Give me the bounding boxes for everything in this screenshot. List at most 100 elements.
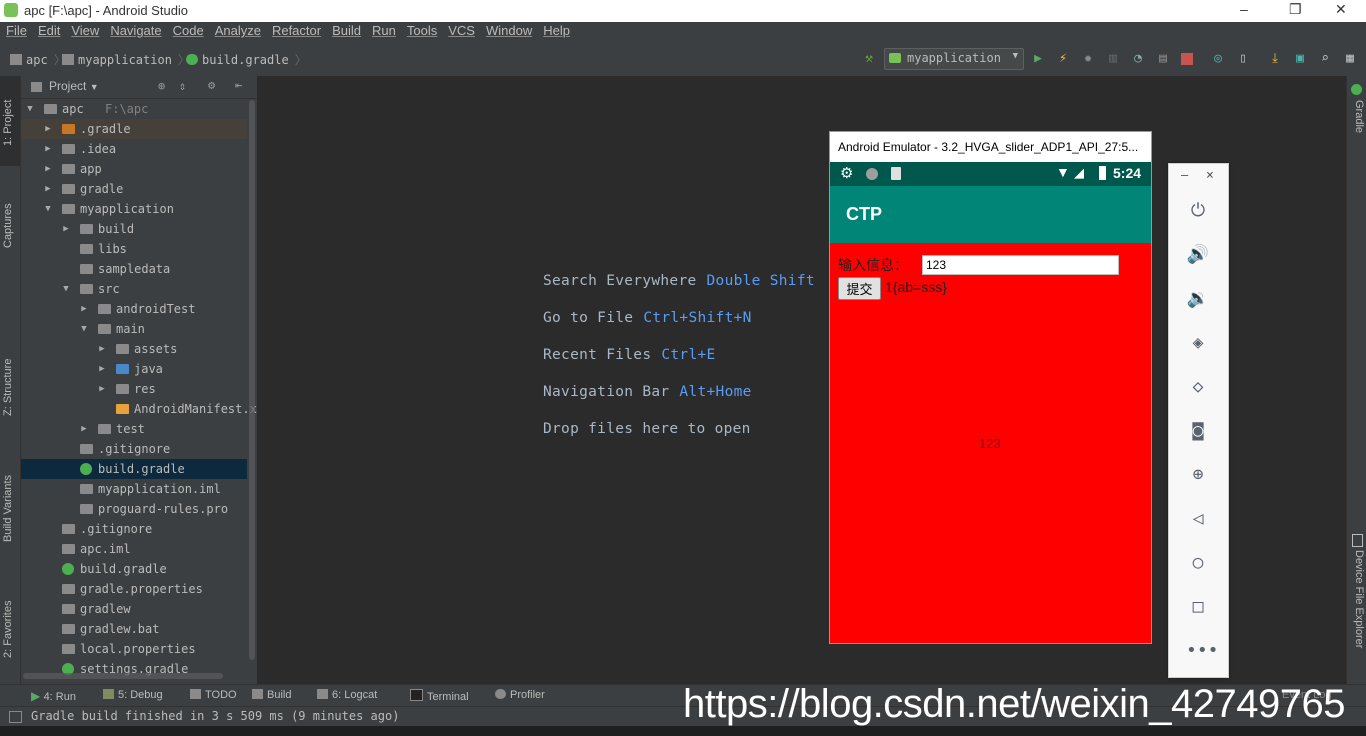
tree-item[interactable]: ▶ assets	[21, 339, 247, 359]
debug-icon[interactable]: ✹	[1081, 52, 1095, 66]
tree-item[interactable]: ▶ res	[21, 379, 247, 399]
run-icon[interactable]: ▶	[1031, 52, 1045, 66]
close-button[interactable]: ✕	[1335, 1, 1347, 18]
chevron-right-icon[interactable]: ▶	[97, 339, 107, 359]
sync-gradle-icon[interactable]: ◎	[1211, 52, 1225, 66]
volume-down-icon[interactable]: 🔉	[1186, 287, 1210, 311]
chevron-right-icon[interactable]: ▶	[43, 159, 53, 179]
tree-item[interactable]: .gitignore	[21, 439, 247, 459]
profile-icon[interactable]: ◔	[1131, 52, 1145, 66]
tree-item[interactable]: ▼ main	[21, 319, 247, 339]
menu-refactor[interactable]: Refactor	[266, 22, 326, 38]
project-horizontal-scrollbar[interactable]	[23, 673, 223, 679]
tree-item[interactable]: AndroidManifest.xml	[21, 399, 257, 419]
chevron-right-icon[interactable]: ▶	[43, 139, 53, 159]
tree-item[interactable]: ▶ .gradle	[21, 119, 247, 139]
tree-item[interactable]: ▶ build	[21, 219, 247, 239]
tab-gradle[interactable]: Gradle	[1353, 100, 1365, 133]
rotate-left-icon[interactable]: ◈	[1186, 331, 1210, 355]
power-icon[interactable]: ⏻	[1186, 199, 1210, 223]
menu-edit[interactable]: Edit	[32, 22, 65, 38]
coverage-icon[interactable]: ▤	[1156, 52, 1170, 66]
tree-item[interactable]: ▼ src	[21, 279, 247, 299]
project-vertical-scrollbar[interactable]	[249, 100, 255, 660]
tree-item[interactable]: gradlew.bat	[21, 619, 247, 639]
menu-tools[interactable]: Tools	[401, 22, 442, 38]
submit-button[interactable]: 提交	[838, 277, 881, 300]
tree-item[interactable]: ▶ test	[21, 419, 247, 439]
tab-todo[interactable]: TODO	[190, 689, 237, 701]
chevron-right-icon[interactable]: ▶	[79, 299, 89, 319]
tree-item[interactable]: myapplication.iml	[21, 479, 247, 499]
tab-build-variants[interactable]: Build Variants	[2, 475, 14, 542]
chevron-down-icon[interactable]: ▼	[25, 99, 35, 119]
tree-item[interactable]: proguard-rules.pro	[21, 499, 247, 519]
tree-item[interactable]: apc.iml	[21, 539, 247, 559]
overview-icon[interactable]: □	[1186, 595, 1210, 619]
chevron-right-icon[interactable]: ▶	[43, 119, 53, 139]
emulator-minimize-button[interactable]: –	[1181, 168, 1188, 182]
layout-inspector-icon[interactable]: ▦	[1343, 52, 1357, 66]
breadcrumb-apc[interactable]: apc 〉	[10, 51, 66, 68]
tab-device-file-explorer[interactable]: Device File Explorer	[1353, 550, 1365, 648]
hide-panel-icon[interactable]: ⇤	[235, 78, 242, 92]
home-icon[interactable]: ○	[1186, 551, 1210, 575]
tree-item[interactable]: .gitignore	[21, 519, 247, 539]
breadcrumb-myapplication[interactable]: myapplication 〉	[62, 51, 190, 68]
breadcrumb-build-gradle[interactable]: build.gradle 〉	[186, 51, 307, 68]
info-input[interactable]	[922, 255, 1119, 275]
tree-item[interactable]: build.gradle	[21, 459, 247, 479]
tab-profiler[interactable]: Profiler	[495, 689, 545, 701]
chevron-right-icon[interactable]: ▶	[43, 179, 53, 199]
locate-icon[interactable]: ⊕	[158, 79, 165, 93]
tab-debug[interactable]: 5: Debug	[103, 689, 163, 701]
tree-item[interactable]: libs	[21, 239, 247, 259]
more-icon[interactable]: •••	[1186, 639, 1219, 663]
tree-item[interactable]: sampledata	[21, 259, 247, 279]
menu-help[interactable]: Help	[537, 22, 575, 38]
tab-logcat[interactable]: 6: Logcat	[317, 689, 377, 701]
chevron-down-icon[interactable]: ▼	[43, 199, 53, 219]
chevron-right-icon[interactable]: ▶	[79, 419, 89, 439]
zoom-icon[interactable]: ⊕	[1186, 463, 1210, 487]
apply-changes-icon[interactable]: ⚡	[1056, 52, 1070, 66]
tab-terminal[interactable]: Terminal	[410, 689, 469, 703]
tree-item[interactable]: build.gradle	[21, 559, 247, 579]
tab-structure[interactable]: Z: Structure	[2, 359, 14, 416]
panel-toggle-icon[interactable]	[9, 711, 22, 723]
attach-debugger-icon[interactable]: ▥	[1106, 52, 1120, 66]
tab-favorites[interactable]: 2: Favorites	[2, 601, 14, 658]
tree-item[interactable]: ▶ androidTest	[21, 299, 247, 319]
gear-icon[interactable]: ⚙	[208, 78, 215, 92]
tab-run[interactable]: ▶ 4: Run	[31, 689, 76, 703]
tree-item[interactable]: ▶ gradle	[21, 179, 247, 199]
project-view-select[interactable]: Project ▼	[49, 79, 99, 93]
tab-captures[interactable]: Captures	[2, 203, 14, 248]
search-icon[interactable]: ⌕	[1318, 52, 1332, 66]
menu-code[interactable]: Code	[167, 22, 209, 38]
tree-item[interactable]: ▶ app	[21, 159, 247, 179]
tree-item[interactable]: ▶ .idea	[21, 139, 247, 159]
collapse-all-icon[interactable]: ⇕	[179, 79, 186, 93]
chevron-right-icon[interactable]: ▶	[61, 219, 71, 239]
make-project-icon[interactable]: ⚒	[862, 52, 876, 66]
tree-item[interactable]: ▼ apc F:\apc	[21, 99, 247, 119]
camera-icon[interactable]: ◙	[1186, 419, 1210, 443]
minimize-button[interactable]: –	[1240, 1, 1248, 17]
menu-analyze[interactable]: Analyze	[209, 22, 266, 38]
tab-project[interactable]: 1: Project	[2, 100, 14, 146]
menu-run[interactable]: Run	[366, 22, 401, 38]
project-structure-icon[interactable]: ▣	[1293, 52, 1307, 66]
sdk-manager-icon[interactable]: ⤓	[1268, 52, 1282, 66]
emulator-close-button[interactable]: ×	[1206, 168, 1214, 183]
run-config-select[interactable]: myapplication ▼	[884, 48, 1024, 70]
chevron-down-icon[interactable]: ▼	[79, 319, 89, 339]
tree-item[interactable]: ▼ myapplication	[21, 199, 247, 219]
rotate-right-icon[interactable]: ◇	[1186, 375, 1210, 399]
tree-item[interactable]: ▶ java	[21, 359, 247, 379]
chevron-down-icon[interactable]: ▼	[61, 279, 71, 299]
volume-up-icon[interactable]: 🔊	[1186, 243, 1210, 267]
tree-item[interactable]: gradlew	[21, 599, 247, 619]
tree-item[interactable]: local.properties	[21, 639, 247, 659]
menu-file[interactable]: File	[0, 22, 32, 38]
